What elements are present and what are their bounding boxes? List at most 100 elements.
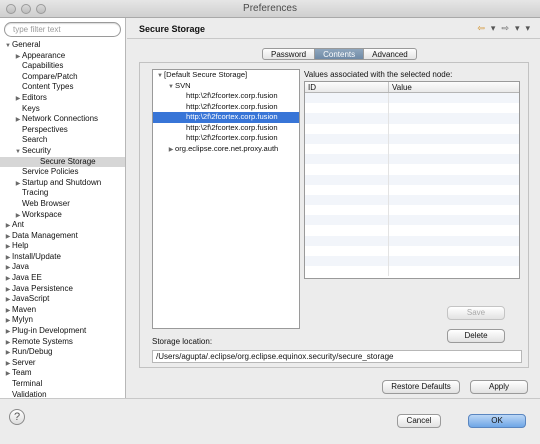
- sidebar-item-install-update[interactable]: ▶ Install/Update: [0, 252, 125, 263]
- tab-password[interactable]: Password: [262, 48, 316, 60]
- sidebar-item-label: Ant: [12, 220, 25, 230]
- storage-node-tree[interactable]: ▼[Default Secure Storage] ▼SVN http:\2f\2f…: [152, 69, 300, 329]
- cancel-button[interactable]: Cancel: [397, 414, 441, 428]
- table-row: [305, 174, 519, 185]
- sidebar-item-data-management[interactable]: ▶ Data Management: [0, 231, 125, 242]
- filter-input[interactable]: type filter text: [4, 22, 121, 37]
- sidebar-item-maven[interactable]: ▶ Maven: [0, 305, 125, 316]
- storage-node[interactable]: ▶ org.eclipse.core.net.proxy.auth: [153, 144, 299, 155]
- sidebar-item-server[interactable]: ▶ Server: [0, 358, 125, 369]
- contents-panel: ▼[Default Secure Storage] ▼SVN http:\2f\2f…: [139, 62, 529, 368]
- sidebar-item-label: Secure Storage: [40, 156, 96, 166]
- sidebar-item-compare-patch[interactable]: Compare/Patch: [0, 71, 125, 83]
- table-row: [305, 103, 519, 114]
- sidebar-item-label: Security: [22, 145, 51, 155]
- sidebar-item-appearance[interactable]: ▶ Appearance: [0, 51, 125, 62]
- back-arrow-icon[interactable]: ⇦: [477, 23, 485, 34]
- storage-node-label: http:\2f\2fcortex.corp.fusion: [186, 101, 278, 111]
- expanded-triangle-icon[interactable]: ▼: [156, 71, 164, 82]
- sidebar-item-label: Run/Debug: [12, 347, 53, 357]
- storage-node[interactable]: http:\2f\2fcortex.corp.fusion: [153, 102, 299, 113]
- sidebar-item-service-policies[interactable]: Service Policies: [0, 167, 125, 178]
- table-row: [305, 225, 519, 236]
- main-panel: Secure Storage ⇦ ▾ ⇨ ▾ ▾ Password Conten…: [127, 18, 540, 398]
- storage-node[interactable]: ▼[Default Secure Storage]: [153, 70, 299, 81]
- sidebar-item-label: Editors: [22, 92, 47, 102]
- forward-arrow-icon[interactable]: ⇨: [501, 23, 509, 34]
- collapsed-triangle-icon[interactable]: ▶: [167, 145, 175, 156]
- restore-defaults-button[interactable]: Restore Defaults: [382, 380, 460, 394]
- sidebar-item-label: Tracing: [22, 188, 49, 198]
- sidebar-item-help[interactable]: ▶ Help: [0, 241, 125, 252]
- table-cell-id: [305, 266, 389, 277]
- sidebar-item-general[interactable]: ▼General: [0, 40, 125, 51]
- save-button[interactable]: Save: [447, 306, 505, 320]
- table-row: [305, 205, 519, 216]
- sidebar-item-perspectives[interactable]: Perspectives: [0, 124, 125, 136]
- sidebar-item-secure-storage[interactable]: Secure Storage: [0, 156, 125, 168]
- sidebar-item-label: Workspace: [22, 209, 62, 219]
- table-cell-id: [305, 93, 389, 104]
- sidebar-item-label: Compare/Patch: [22, 71, 78, 81]
- expanded-triangle-icon[interactable]: ▼: [167, 82, 175, 93]
- sidebar-item-label: Network Connections: [22, 114, 99, 124]
- sidebar-item-label: Mylyn: [12, 315, 33, 325]
- table-cell-id: [305, 154, 389, 165]
- values-label: Values associated with the selected node…: [304, 70, 453, 79]
- sidebar-item-label: Search: [22, 135, 48, 145]
- sidebar-item-terminal[interactable]: Terminal: [0, 379, 125, 390]
- title-bar: Preferences: [0, 0, 540, 18]
- forward-menu-chevron-icon[interactable]: ▾: [515, 23, 520, 34]
- view-menu-chevron-icon[interactable]: ▾: [525, 23, 530, 34]
- storage-node[interactable]: http:\2f\2fcortex.corp.fusion: [153, 112, 299, 123]
- sidebar-item-java[interactable]: ▶ Java: [0, 262, 125, 273]
- sidebar-item-network-connections[interactable]: ▶ Network Connections: [0, 114, 125, 125]
- storage-node[interactable]: ▼SVN: [153, 81, 299, 92]
- sidebar-item-ant[interactable]: ▶ Ant: [0, 220, 125, 231]
- table-row: [305, 235, 519, 246]
- sidebar-item-java-ee[interactable]: ▶ Java EE: [0, 273, 125, 284]
- sidebar-item-label: Keys: [22, 103, 40, 113]
- sidebar-item-keys[interactable]: Keys: [0, 103, 125, 115]
- table-row: [305, 154, 519, 165]
- sidebar-item-content-types[interactable]: Content Types: [0, 82, 125, 93]
- sidebar-item-plug-in-development[interactable]: ▶ Plug-in Development: [0, 326, 125, 337]
- sidebar-item-remote-systems[interactable]: ▶ Remote Systems: [0, 337, 125, 348]
- values-table[interactable]: ID Value: [304, 81, 520, 279]
- apply-button[interactable]: Apply: [470, 380, 528, 394]
- delete-button[interactable]: Delete: [447, 329, 505, 343]
- storage-node[interactable]: http:\2f\2fcortex.corp.fusion: [153, 123, 299, 134]
- sidebar-item-startup-and-shutdown[interactable]: ▶ Startup and Shutdown: [0, 178, 125, 189]
- column-header-id[interactable]: ID: [305, 82, 389, 92]
- sidebar-item-run-debug[interactable]: ▶ Run/Debug: [0, 347, 125, 358]
- table-cell-id: [305, 143, 389, 155]
- sidebar-item-java-persistence[interactable]: ▶ Java Persistence: [0, 284, 125, 295]
- sidebar-item-workspace[interactable]: ▶ Workspace: [0, 209, 125, 221]
- help-icon[interactable]: ?: [9, 409, 25, 425]
- sidebar-item-javascript[interactable]: ▶ JavaScript: [0, 294, 125, 305]
- storage-node[interactable]: http:\2f\2fcortex.corp.fusion: [153, 91, 299, 102]
- table-row: [305, 194, 519, 206]
- ok-button[interactable]: OK: [468, 414, 526, 428]
- back-menu-chevron-icon[interactable]: ▾: [491, 23, 496, 34]
- table-row: [305, 123, 519, 134]
- storage-node-label: SVN: [175, 80, 191, 90]
- storage-node[interactable]: http:\2f\2fcortex.corp.fusion: [153, 133, 299, 144]
- storage-location-label: Storage location:: [152, 337, 213, 346]
- tab-contents[interactable]: Contents: [315, 48, 365, 60]
- sidebar-item-editors[interactable]: ▶ Editors: [0, 92, 125, 104]
- sidebar-item-mylyn[interactable]: ▶ Mylyn: [0, 315, 125, 326]
- sidebar-item-capabilities[interactable]: Capabilities: [0, 61, 125, 72]
- table-row: [305, 266, 519, 277]
- sidebar-item-security[interactable]: ▼Security: [0, 145, 125, 157]
- sidebar-item-validation[interactable]: Validation: [0, 390, 125, 398]
- preference-sidebar: type filter text ▼General ▶ Appearance Capa…: [0, 18, 126, 398]
- sidebar-item-web-browser[interactable]: Web Browser: [0, 199, 125, 210]
- tab-advanced[interactable]: Advanced: [364, 48, 417, 60]
- sidebar-item-search[interactable]: Search: [0, 135, 125, 146]
- sidebar-item-team[interactable]: ▶ Team: [0, 368, 125, 379]
- storage-location-field[interactable]: /Users/agupta/.eclipse/org.eclipse.equin…: [152, 350, 522, 363]
- column-header-value[interactable]: Value: [389, 82, 412, 92]
- sidebar-item-tracing[interactable]: Tracing: [0, 188, 125, 199]
- sidebar-item-label: Perspectives: [22, 124, 68, 134]
